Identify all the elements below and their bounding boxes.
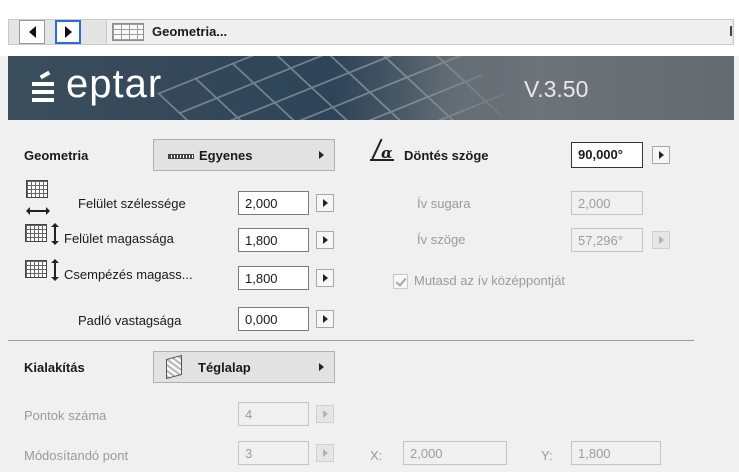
back-button[interactable]: [19, 20, 45, 44]
navigation-bar: Geometria...: [0, 0, 739, 56]
page-title: Geometria...: [152, 24, 228, 39]
arrow-right-icon: [322, 236, 328, 244]
surface-width-label: Felület szélessége: [78, 196, 186, 211]
brand-name: eptar: [66, 62, 163, 106]
geometry-type-value: Egyenes: [199, 148, 253, 163]
point-count-stepper: [316, 405, 334, 423]
surface-height-icon: [25, 224, 47, 242]
x-coordinate-label: X:: [370, 448, 383, 463]
edit-point-stepper: [316, 444, 334, 462]
y-coordinate-label: Y:: [541, 448, 553, 463]
tilt-angle-label: Döntés szöge: [404, 148, 489, 163]
edit-point-field: 3: [238, 441, 309, 465]
chevron-right-icon: [64, 26, 72, 38]
show-center-checkbox[interactable]: [393, 274, 408, 289]
surface-height-stepper[interactable]: [316, 231, 334, 249]
version-label: V.3.50: [524, 76, 589, 102]
tilt-angle-field[interactable]: 90,000°: [571, 142, 643, 168]
x-coordinate-field: 2,000: [403, 441, 507, 465]
surface-height-field[interactable]: 1,800: [238, 228, 309, 252]
tiling-height-stepper[interactable]: [316, 269, 334, 287]
arrow-right-icon: [658, 236, 664, 244]
arc-angle-stepper: [652, 231, 670, 249]
tilt-angle-icon: α: [368, 138, 394, 162]
point-count-field: 4: [238, 402, 309, 426]
arrow-right-icon: [322, 274, 328, 282]
geometry-type-popup[interactable]: Egyenes: [153, 139, 335, 171]
layout-shape-value: Téglalap: [198, 360, 251, 375]
arrow-right-icon: [322, 315, 328, 323]
geometry-section-label: Geometria: [24, 148, 89, 163]
point-count-label: Pontok száma: [24, 408, 107, 423]
forward-button[interactable]: [55, 20, 81, 44]
table-icon: [112, 23, 144, 41]
arc-angle-label: Ív szöge: [417, 232, 466, 247]
width-arrow-icon: [26, 207, 50, 215]
chevron-left-icon: [28, 26, 36, 38]
tiling-height-icon: [25, 260, 47, 278]
section-divider-right: [348, 340, 694, 341]
surface-width-field[interactable]: 2,000: [238, 191, 309, 215]
arrow-right-icon: [322, 449, 328, 457]
navigation-end-marker: [730, 26, 734, 36]
y-coordinate-field: 1,800: [571, 441, 661, 465]
rectangle-shape-icon: [166, 354, 182, 380]
arc-angle-field: 57,296°: [571, 228, 643, 252]
surface-height-label: Felület magassága: [64, 231, 174, 246]
layout-section-label: Kialakítás: [24, 360, 85, 375]
surface-width-stepper[interactable]: [316, 194, 334, 212]
floor-thickness-field[interactable]: 0,000: [238, 307, 309, 331]
product-banner: eptar V.3.50: [8, 56, 734, 120]
popup-arrow-icon: [319, 151, 324, 159]
straight-line-icon: [168, 154, 194, 159]
tiling-height-label: Csempézés magass...: [64, 267, 193, 282]
tiling-height-arrow-icon: [51, 259, 59, 281]
arrow-right-icon: [322, 199, 328, 207]
arrow-right-icon: [322, 410, 328, 418]
popup-arrow-icon: [319, 363, 324, 371]
arc-radius-label: Ív sugara: [417, 196, 471, 211]
edit-point-label: Módosítandó pont: [24, 448, 129, 463]
tilt-angle-stepper[interactable]: [652, 146, 670, 164]
section-divider-left: [8, 340, 348, 341]
height-arrow-icon: [51, 223, 59, 245]
surface-width-icon: [26, 180, 48, 198]
tiling-height-field[interactable]: 1,800: [238, 266, 309, 290]
layout-shape-popup[interactable]: Téglalap: [153, 351, 335, 383]
floor-thickness-stepper[interactable]: [316, 310, 334, 328]
floor-thickness-label: Padló vastagsága: [78, 313, 182, 328]
eptar-logo-icon: [32, 70, 54, 103]
show-center-label: Mutasd az ív középpontját: [414, 273, 566, 288]
arrow-right-icon: [658, 151, 664, 159]
arc-radius-field: 2,000: [571, 191, 643, 215]
